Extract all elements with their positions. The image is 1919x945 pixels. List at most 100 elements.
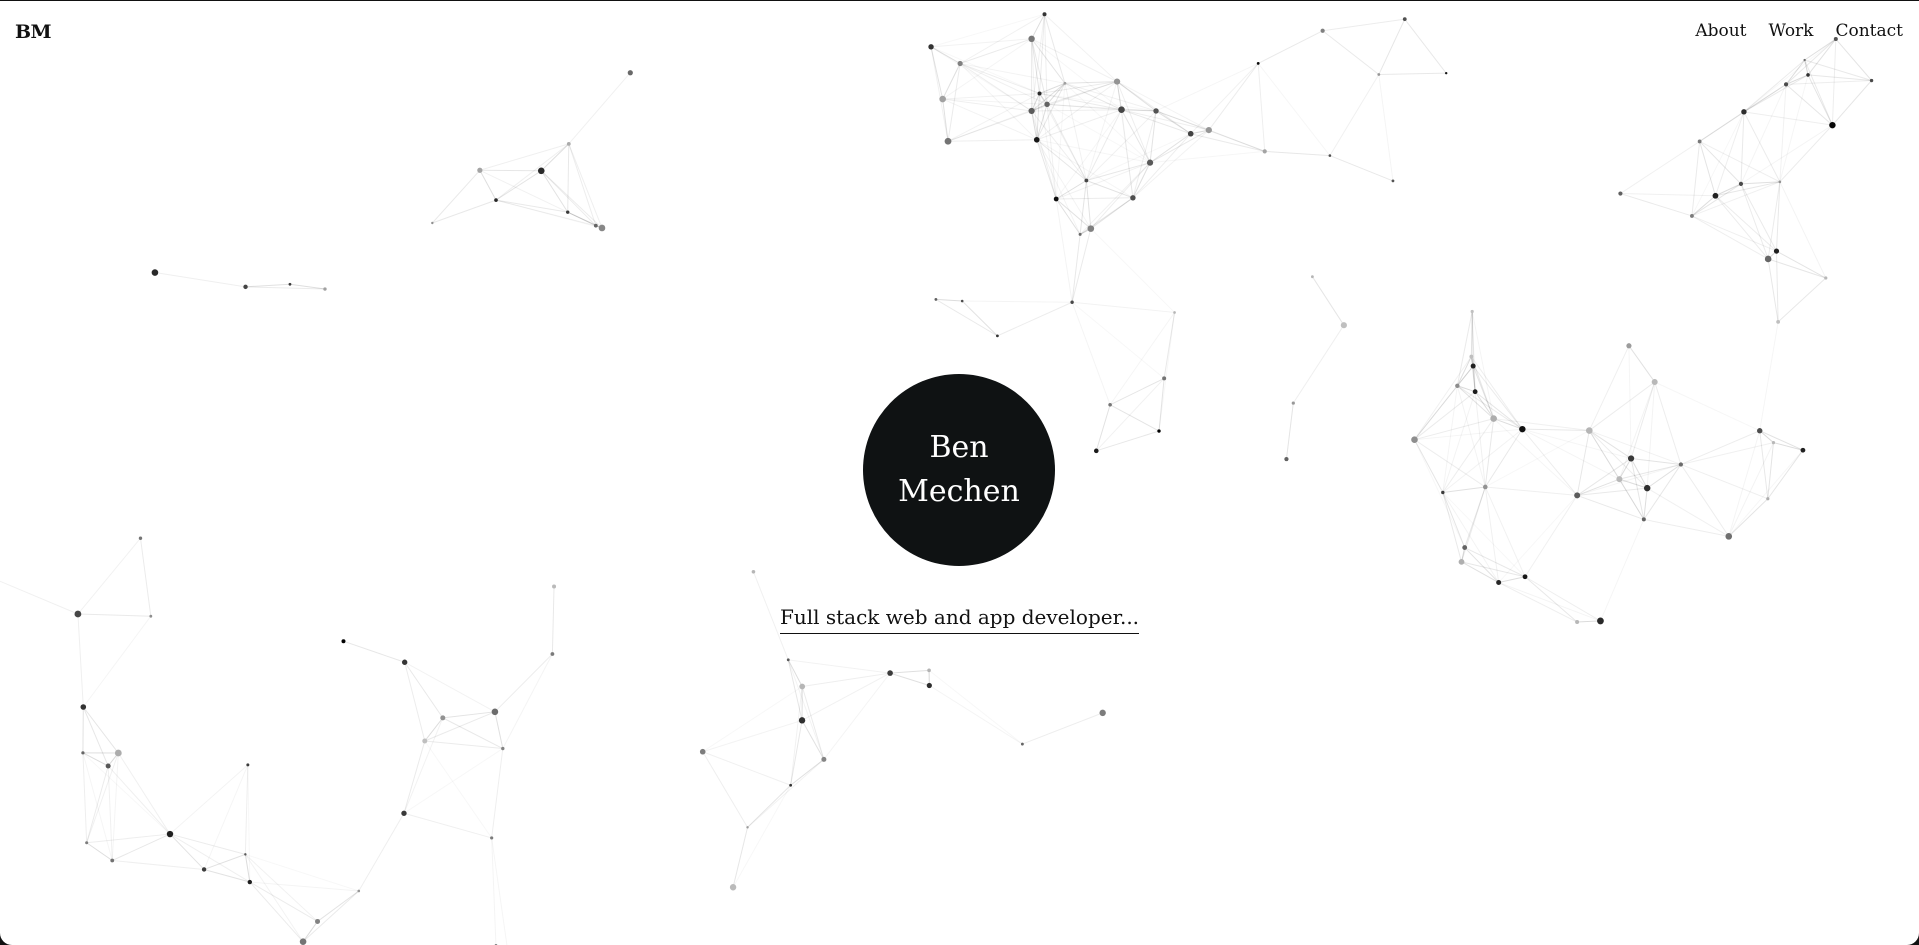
network-node xyxy=(550,652,555,656)
network-node xyxy=(1771,441,1776,445)
network-node xyxy=(1773,248,1780,254)
network-link xyxy=(1493,418,1590,432)
network-node xyxy=(247,879,253,885)
logo[interactable]: BM xyxy=(15,21,52,43)
network-link xyxy=(248,765,250,882)
network-link xyxy=(1759,430,1769,499)
network-node xyxy=(1458,558,1465,565)
network-link xyxy=(790,720,803,786)
network-link xyxy=(703,686,802,751)
network-node xyxy=(1470,309,1474,314)
network-node xyxy=(422,738,428,744)
network-link xyxy=(1680,442,1774,465)
network-node xyxy=(1764,255,1772,263)
network-link xyxy=(1759,430,1774,443)
network-link xyxy=(1729,450,1803,536)
network-node xyxy=(166,830,174,838)
network-link xyxy=(502,653,553,749)
network-node xyxy=(1084,178,1089,183)
network-link xyxy=(1692,112,1744,216)
network-node xyxy=(746,826,749,829)
network-node xyxy=(151,269,159,276)
nav-contact[interactable]: Contact xyxy=(1835,21,1903,41)
network-node xyxy=(1130,195,1136,201)
network-link xyxy=(1378,18,1406,75)
network-node xyxy=(1042,12,1047,17)
network-link xyxy=(1404,18,1447,74)
network-link xyxy=(1110,312,1174,404)
network-node xyxy=(1402,17,1407,22)
network-node xyxy=(1690,214,1694,218)
network-link xyxy=(1785,38,1837,85)
nav-work[interactable]: Work xyxy=(1769,21,1814,41)
network-link xyxy=(491,748,504,838)
network-link xyxy=(1414,439,1444,493)
network-link xyxy=(1680,430,1760,465)
network-node xyxy=(1099,709,1106,717)
main-nav: About Work Contact xyxy=(1695,21,1903,41)
network-node xyxy=(1574,492,1581,499)
network-node xyxy=(1829,121,1836,129)
network-link xyxy=(1628,345,1656,383)
network-node xyxy=(552,584,557,589)
network-link xyxy=(947,110,1032,142)
network-link xyxy=(1779,84,1787,182)
network-link xyxy=(1767,449,1804,500)
network-link xyxy=(942,98,949,142)
network-link xyxy=(169,764,249,835)
network-node xyxy=(957,60,963,67)
network-node xyxy=(110,858,115,863)
network-node xyxy=(1028,107,1035,115)
network-node xyxy=(1113,78,1121,85)
network-node xyxy=(1108,403,1112,407)
network-link xyxy=(169,833,251,883)
network-node xyxy=(1800,447,1806,453)
network-node xyxy=(1757,428,1763,434)
network-node xyxy=(1626,343,1632,349)
network-link xyxy=(1807,38,1837,76)
tagline: Full stack web and app developer... xyxy=(0,605,1919,634)
network-node xyxy=(960,299,964,303)
network-link xyxy=(1588,345,1630,431)
network-node xyxy=(1093,448,1099,454)
network-node xyxy=(944,137,952,145)
network-link xyxy=(494,711,504,749)
network-link xyxy=(1743,111,1781,183)
network-link xyxy=(1629,346,1631,459)
network-link xyxy=(112,833,171,861)
network-node xyxy=(928,44,934,50)
network-link xyxy=(1832,80,1872,126)
network-node xyxy=(1618,191,1623,196)
network-node xyxy=(357,889,361,893)
network-link xyxy=(83,616,151,707)
network-link xyxy=(1499,495,1578,582)
network-node xyxy=(80,704,87,710)
network-link xyxy=(1109,404,1160,432)
tagline-text: Full stack web and app developer... xyxy=(779,605,1140,634)
network-link xyxy=(404,662,426,742)
network-link xyxy=(702,719,803,753)
network-link xyxy=(1090,162,1151,229)
network-node xyxy=(1738,181,1744,186)
network-link xyxy=(1715,195,1777,252)
network-link xyxy=(1159,312,1175,431)
network-link xyxy=(404,749,503,814)
network-node xyxy=(593,223,598,228)
network-link xyxy=(479,170,497,201)
network-link xyxy=(1031,38,1118,83)
network-link xyxy=(1804,59,1833,126)
network-link xyxy=(1777,277,1827,323)
network-link xyxy=(1055,162,1151,200)
network-node xyxy=(1441,490,1445,495)
network-node xyxy=(1187,130,1194,137)
network-node xyxy=(1824,276,1828,280)
nav-about[interactable]: About xyxy=(1695,21,1746,41)
network-node xyxy=(799,683,806,690)
network-link xyxy=(1311,276,1345,326)
network-link xyxy=(404,661,496,713)
network-link xyxy=(1464,547,1500,583)
network-node xyxy=(244,853,247,856)
network-link xyxy=(1643,518,1729,537)
network-link xyxy=(1577,463,1682,496)
network-link xyxy=(403,812,492,839)
